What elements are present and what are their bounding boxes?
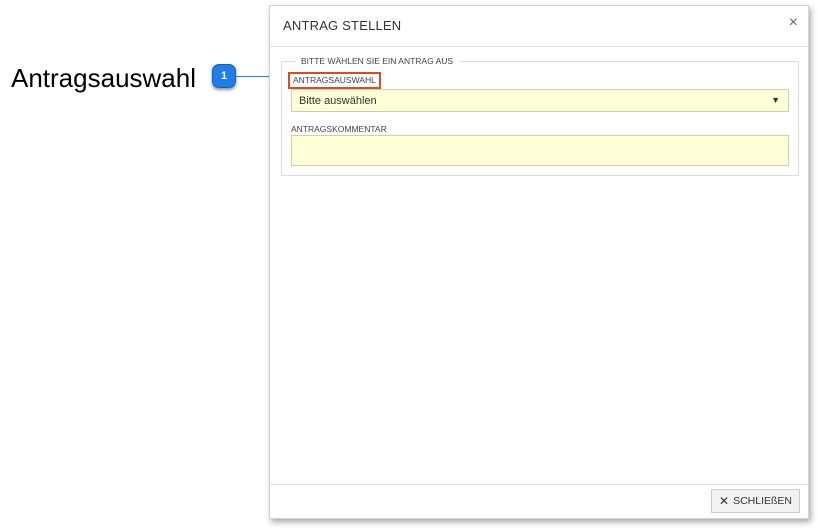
close-x-icon: ✕ xyxy=(719,494,730,508)
request-fieldset: BITTE WÄHLEN SIE EIN ANTRAG AUS ANTRAGSA… xyxy=(281,56,799,176)
dialog-title: ANTRAG STELLEN xyxy=(283,18,402,33)
close-icon[interactable]: × xyxy=(789,14,798,32)
close-button[interactable]: ✕ SCHLIEßEN xyxy=(711,489,800,513)
annotation-label: Antragsauswahl xyxy=(11,63,196,93)
comment-field[interactable] xyxy=(291,135,789,166)
callout-badge: 1 xyxy=(212,64,236,88)
dialog: ANTRAG STELLEN × BITTE WÄHLEN SIE EIN AN… xyxy=(269,5,809,519)
fieldset-legend: BITTE WÄHLEN SIE EIN ANTRAG AUS xyxy=(295,56,460,67)
request-select[interactable]: Bitte auswählen ▼ xyxy=(291,89,789,112)
close-button-label: SCHLIEßEN xyxy=(733,495,792,507)
select-value: Bitte auswählen xyxy=(299,95,377,107)
select-label: ANTRAGSAUSWAHL xyxy=(288,72,381,89)
dialog-header: ANTRAG STELLEN × xyxy=(270,6,808,47)
comment-label: ANTRAGSKOMMENTAR xyxy=(291,124,387,134)
dialog-footer: ✕ SCHLIEßEN xyxy=(270,484,808,518)
chevron-down-icon: ▼ xyxy=(771,95,780,105)
